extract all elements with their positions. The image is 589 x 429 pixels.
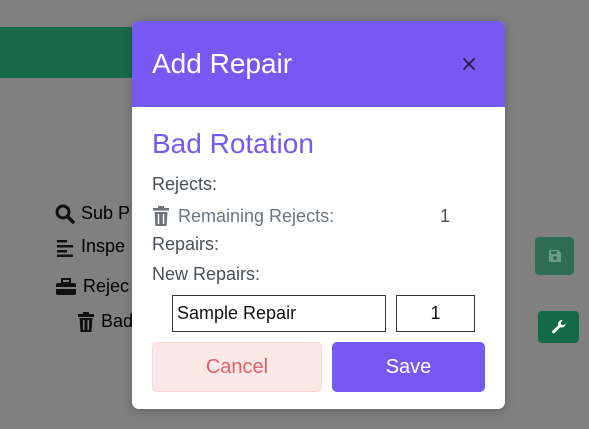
reject-item-count: 1 — [440, 205, 451, 226]
background-item-rejects: Rejec — [55, 276, 129, 297]
modal-title: Add Repair — [152, 48, 293, 79]
toolbox-icon — [56, 277, 76, 295]
rejects-label: Rejects: — [152, 174, 218, 194]
background-wrench-button — [538, 311, 579, 343]
reject-item: Remaining Rejects: 1 — [152, 202, 485, 230]
repair-quantity-input[interactable] — [396, 295, 475, 332]
new-repair-inputs — [172, 295, 485, 332]
align-left-icon — [57, 239, 73, 257]
repairs-label: Repairs: — [152, 234, 220, 254]
add-repair-modal: Add Repair Bad Rotation Rejects: Remaini… — [132, 21, 505, 409]
wrench-icon — [551, 320, 566, 334]
close-button[interactable] — [457, 52, 481, 76]
new-repairs-label: New Repairs: — [152, 264, 261, 284]
reject-item-label: Remaining Rejects: — [178, 205, 335, 226]
modal-actions: Cancel Save — [152, 342, 485, 392]
background-save-button — [535, 237, 574, 275]
save-button[interactable]: Save — [332, 342, 485, 392]
background-item-inspection: Inspe — [55, 236, 125, 257]
background-item-sub: Sub P — [55, 203, 130, 224]
background-item-bad: Bad — [77, 311, 133, 332]
cancel-button[interactable]: Cancel — [152, 342, 322, 392]
repair-name-input[interactable] — [172, 295, 386, 332]
trash-icon — [78, 311, 94, 332]
trash-icon[interactable] — [152, 206, 170, 226]
search-icon — [55, 204, 75, 224]
repair-name-heading: Bad Rotation — [152, 128, 314, 159]
modal-header: Add Repair — [132, 21, 505, 107]
floppy-icon — [548, 250, 561, 262]
modal-body: Bad Rotation Rejects: Remaining Rejects:… — [132, 107, 505, 392]
close-icon — [462, 57, 476, 71]
